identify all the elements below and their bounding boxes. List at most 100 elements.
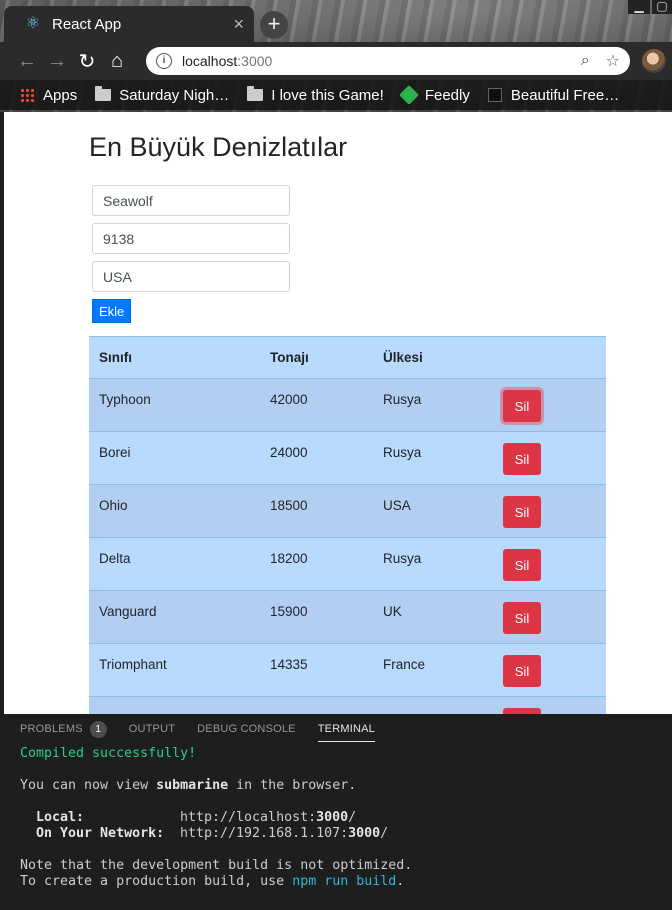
cell-tonnage: 15900 bbox=[260, 590, 373, 644]
header-class: Sınıfı bbox=[89, 336, 260, 379]
cell-country: France bbox=[373, 643, 493, 697]
tab-problems[interactable]: PROBLEMS 1 bbox=[20, 714, 107, 744]
bookmark-favicon-icon bbox=[487, 88, 502, 102]
cell-class: Ohio bbox=[89, 484, 260, 538]
terminal-line: Note that the development build is not o… bbox=[20, 858, 660, 874]
page-title: En Büyük Denizlatılar bbox=[89, 132, 348, 162]
terminal-text: in the browser. bbox=[228, 778, 357, 793]
delete-button[interactable]: Sil bbox=[503, 496, 541, 528]
cell-tonnage: 42000 bbox=[260, 378, 373, 432]
terminal-line: Local: http://localhost:3000/ bbox=[20, 810, 660, 826]
cell-tonnage: 18500 bbox=[260, 484, 373, 538]
cell-country: Rusya bbox=[373, 378, 493, 432]
tab-label: DEBUG CONSOLE bbox=[197, 723, 296, 735]
zoom-icon[interactable]: ⌕ bbox=[581, 52, 590, 70]
add-button[interactable]: Ekle bbox=[92, 299, 132, 323]
country-input[interactable] bbox=[92, 261, 290, 292]
app-name: submarine bbox=[156, 778, 229, 793]
class-name-input[interactable] bbox=[92, 185, 290, 216]
delete-button[interactable]: Sil bbox=[503, 390, 541, 422]
tab-output[interactable]: OUTPUT bbox=[129, 714, 175, 744]
bookmark-label: Saturday Nigh… bbox=[119, 86, 230, 104]
local-port: 3000 bbox=[316, 810, 349, 825]
feedly-icon bbox=[398, 85, 419, 105]
apps-grid-icon bbox=[20, 88, 34, 102]
bookmark-label: Beautiful Free… bbox=[510, 86, 620, 104]
terminal-text: To create a production build, use bbox=[20, 874, 293, 889]
reload-icon[interactable]: ↻ bbox=[72, 49, 102, 74]
url-host: localhost bbox=[182, 53, 238, 69]
close-tab-icon[interactable]: × bbox=[233, 14, 244, 35]
profile-avatar[interactable] bbox=[642, 49, 666, 73]
app-container: En Büyük Denizlatılar Ekle Sınıfı Tonajı… bbox=[89, 112, 609, 714]
table-row: Triomphant 14335 France Sil bbox=[89, 643, 606, 697]
terminal-text: / bbox=[348, 810, 357, 825]
cell-country: Rusya bbox=[373, 431, 493, 485]
bookmark-i-love-this-game[interactable]: I love this Game! bbox=[247, 86, 384, 104]
site-info-icon[interactable]: i bbox=[156, 53, 172, 69]
cell-tonnage: 14335 bbox=[260, 643, 373, 697]
problems-count-badge: 1 bbox=[89, 720, 107, 738]
maximize-icon[interactable]: ▢ bbox=[652, 0, 672, 14]
compiled-message: Compiled successfully! bbox=[20, 746, 197, 761]
cell-actions: Sil bbox=[493, 537, 606, 591]
new-tab-button[interactable]: + bbox=[260, 11, 288, 39]
browser-tab[interactable]: ⚛ React App × bbox=[4, 6, 254, 42]
table-row: Borei 24000 Rusya Sil bbox=[89, 431, 606, 485]
table-header-row: Sınıfı Tonajı Ülkesi bbox=[89, 336, 606, 379]
cell-country: UK bbox=[373, 590, 493, 644]
tonnage-input[interactable] bbox=[92, 223, 290, 254]
cell-tonnage: 24000 bbox=[260, 431, 373, 485]
network-label: On Your Network: bbox=[20, 826, 165, 841]
terminal-text: You can now view bbox=[20, 778, 157, 793]
terminal-text: / bbox=[380, 826, 389, 841]
cell-tonnage: 18200 bbox=[260, 537, 373, 591]
delete-button[interactable]: Sil bbox=[503, 655, 541, 687]
add-submarine-form: Ekle bbox=[89, 185, 609, 323]
submarine-table: Sınıfı Tonajı Ülkesi Typhoon 42000 Rusya… bbox=[89, 336, 606, 714]
cell-actions: Sil bbox=[493, 590, 606, 644]
network-port: 3000 bbox=[348, 826, 381, 841]
table-row: Ohio 18500 USA Sil bbox=[89, 484, 606, 538]
cell-class: Triomphant bbox=[89, 643, 260, 697]
tab-debug-console[interactable]: DEBUG CONSOLE bbox=[197, 714, 296, 744]
bookmark-beautiful-free[interactable]: Beautiful Free… bbox=[487, 86, 620, 104]
cell-actions: Sil bbox=[493, 484, 606, 538]
cell-country: USA bbox=[373, 484, 493, 538]
cell-class: Typhoon bbox=[89, 378, 260, 432]
terminal-line: On Your Network: http://192.168.1.107:300… bbox=[20, 826, 660, 842]
cell-actions: Sil bbox=[493, 696, 606, 714]
page-viewport: En Büyük Denizlatılar Ekle Sınıfı Tonajı… bbox=[4, 112, 672, 714]
panel-tabs: PROBLEMS 1 OUTPUT DEBUG CONSOLE TERMINAL bbox=[0, 714, 672, 744]
terminal-output[interactable]: Compiled successfully! You can now view … bbox=[20, 744, 660, 910]
bookmark-feedly[interactable]: Feedly bbox=[398, 85, 470, 105]
table-row-partial: Sil bbox=[89, 696, 606, 714]
tab-label: PROBLEMS bbox=[20, 723, 83, 735]
cell-class: Delta bbox=[89, 537, 260, 591]
header-country: Ülkesi bbox=[373, 336, 493, 379]
cell-actions: Sil bbox=[493, 431, 606, 485]
back-arrow-icon[interactable]: ← bbox=[12, 50, 42, 73]
browser-chrome: ▁ ▢ ⚛ React App × + ← → ↻ ⌂ i localhost:… bbox=[0, 0, 672, 112]
minimize-icon[interactable]: ▁ bbox=[628, 0, 650, 14]
delete-button[interactable]: Sil bbox=[503, 443, 541, 475]
bookmark-saturday-night[interactable]: Saturday Nigh… bbox=[95, 86, 230, 104]
home-icon[interactable]: ⌂ bbox=[102, 50, 132, 73]
delete-button[interactable]: Sil bbox=[503, 549, 541, 581]
address-bar[interactable]: i localhost:3000 ⌕ ☆ bbox=[146, 47, 630, 75]
cell-tonnage bbox=[260, 696, 373, 714]
tab-terminal[interactable]: TERMINAL bbox=[317, 714, 376, 744]
bookmark-star-icon[interactable]: ☆ bbox=[606, 51, 620, 71]
cell-class: Vanguard bbox=[89, 590, 260, 644]
react-logo-icon: ⚛ bbox=[25, 15, 41, 32]
cell-class bbox=[89, 696, 260, 714]
table-row: Vanguard 15900 UK Sil bbox=[89, 590, 606, 644]
table-row: Typhoon 42000 Rusya Sil bbox=[89, 378, 606, 432]
table-row: Delta 18200 Rusya Sil bbox=[89, 537, 606, 591]
bookmark-apps[interactable]: Apps bbox=[20, 87, 77, 104]
forward-arrow-icon[interactable]: → bbox=[42, 50, 72, 73]
delete-button[interactable]: Sil bbox=[503, 602, 541, 634]
tab-label: TERMINAL bbox=[317, 723, 375, 735]
